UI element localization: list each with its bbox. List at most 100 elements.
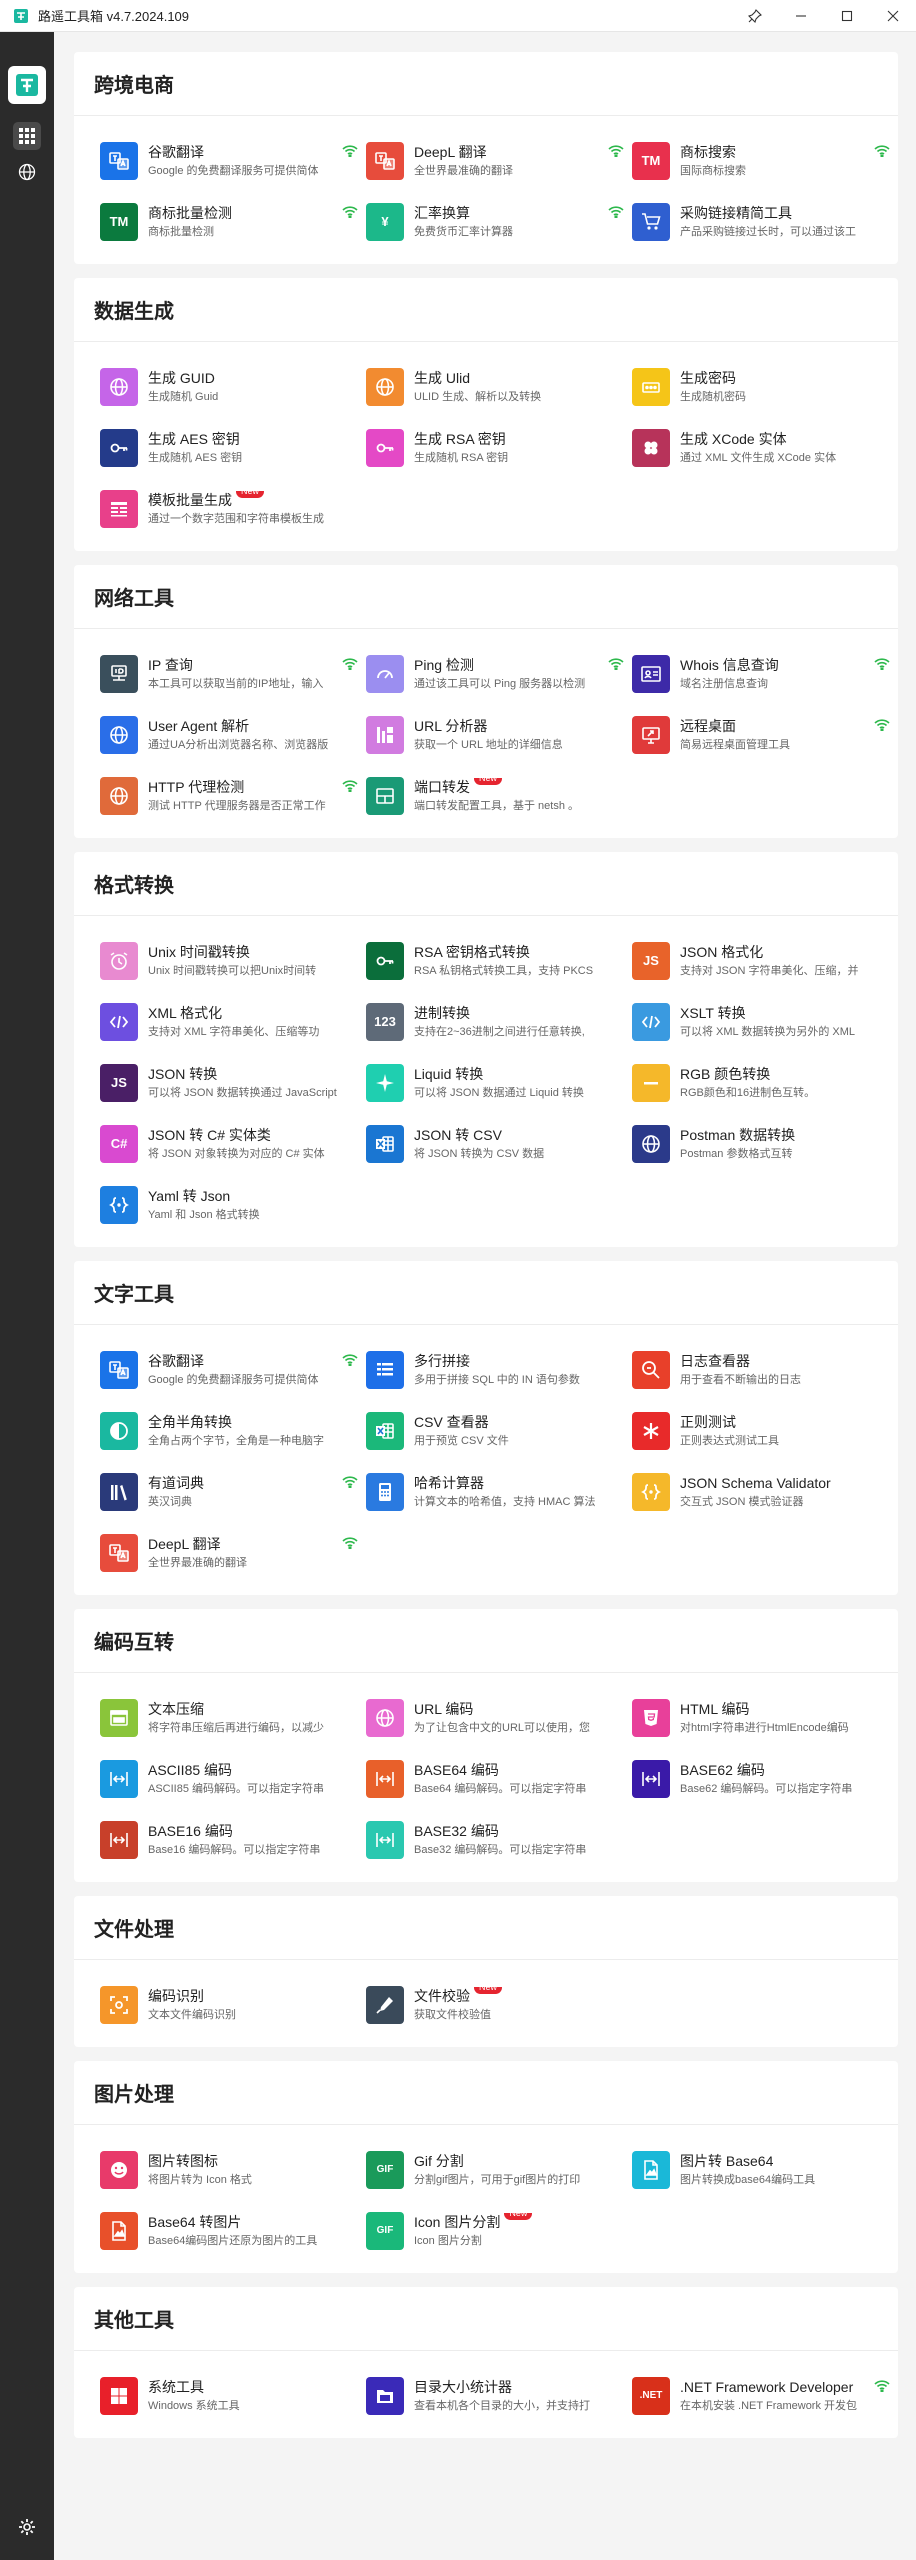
tool-tile[interactable]: 生成 GUID 生成随机 Guid [100,356,366,417]
tool-name-text: JSON 转换 [148,1065,218,1082]
tool-tile[interactable]: TM 商标批量检测 商标批量检测 [100,191,366,252]
yen-icon: ¥ [366,202,404,241]
tool-description: ULID 生成、解析以及转换 [414,390,542,403]
tool-description: 通过该工具可以 Ping 服务器以检测 [414,677,586,690]
tool-tile[interactable]: URL 编码 为了让包含中文的URL可以使用，您 [366,1687,632,1748]
tool-tile[interactable]: BASE32 编码 Base32 编码解码。可以指定字符串 [366,1809,632,1870]
translate-icon [100,1533,138,1572]
icon-glyph: 123 [374,1014,396,1029]
tool-tile[interactable]: 123 进制转换 支持在2~36进制之间进行任意转换, [366,991,632,1052]
tool-tile[interactable]: Ping 检测 通过该工具可以 Ping 服务器以检测 [366,643,632,704]
tool-name: DeepL 翻译 [148,1535,344,1553]
section-header: 编码互转 [74,1609,898,1673]
tool-name-text: 谷歌翻译 [148,1352,204,1369]
tool-name-text: 进制转换 [414,1004,470,1021]
tool-tile[interactable]: 日志查看器 用于查看不断输出的日志 [632,1339,898,1400]
tool-tile[interactable]: XSLT 转换 可以将 XML 数据转换为另外的 XML [632,991,898,1052]
settings-button[interactable] [15,2515,39,2539]
tool-tile[interactable]: 文本压缩 将字符串压缩后再进行编码，以减少 [100,1687,366,1748]
tool-tile[interactable]: 正则测试 正则表达式测试工具 [632,1400,898,1461]
tool-description: 将图片转为 Icon 格式 [148,2173,252,2186]
tool-tile[interactable]: DeepL 翻译 全世界最准确的翻译 [366,130,632,191]
tool-tile[interactable]: 全角半角转换 全角占两个字节，全角是一种电脑字 [100,1400,366,1461]
tool-tile[interactable]: 谷歌翻译 Google 的免费翻译服务可提供简体 [100,130,366,191]
tool-tile[interactable]: Whois 信息查询 域名注册信息查询 [632,643,898,704]
wifi-icon [342,1353,358,1367]
tool-tile[interactable]: IP 查询 本工具可以获取当前的IP地址，输入 [100,643,366,704]
tool-tile[interactable]: 文件校验 New 获取文件校验值 [366,1974,632,2035]
tool-tile[interactable]: Liquid 转换 可以将 JSON 数据通过 Liquid 转换 [366,1052,632,1113]
tool-tile[interactable]: 生成密码 生成随机密码 [632,356,898,417]
close-button[interactable] [870,0,916,32]
tool-name: 日志查看器 [680,1352,876,1370]
tool-description: 域名注册信息查询 [680,677,768,690]
pin-button[interactable] [732,0,778,32]
tool-name: 正则测试 [680,1413,876,1431]
tool-tile[interactable]: BASE64 编码 Base64 编码解码。可以指定字符串 [366,1748,632,1809]
tool-tile[interactable]: JSON Schema Validator 交互式 JSON 模式验证器 [632,1461,898,1522]
tool-name: 谷歌翻译 [148,1352,344,1370]
tool-tile[interactable]: JSON 转 CSV 将 JSON 转换为 CSV 数据 [366,1113,632,1174]
globe-icon [366,1698,404,1737]
tool-tile[interactable]: 生成 RSA 密钥 生成随机 RSA 密钥 [366,417,632,478]
minimize-button[interactable] [778,0,824,32]
tool-name: 系统工具 [148,2378,344,2396]
new-badge: New [504,2212,533,2220]
tool-description: Google 的免费翻译服务可提供简体 [148,164,319,177]
tool-tile[interactable]: Unix 时间戳转换 Unix 时间戳转换可以把Unix时间转 [100,930,366,991]
tool-tile[interactable]: CSV 查看器 用于预览 CSV 文件 [366,1400,632,1461]
tool-tile[interactable]: Base64 转图片 Base64编码图片还原为图片的工具 [100,2200,366,2261]
tool-description: 文本文件编码识别 [148,2008,236,2021]
tool-tile[interactable]: HTML 编码 对html字符串进行HtmlEncode编码 [632,1687,898,1748]
tool-name: Postman 数据转换 [680,1126,876,1144]
tool-tile[interactable]: ASCII85 编码 ASCII85 编码解码。可以指定字符串 [100,1748,366,1809]
tool-tile[interactable]: DeepL 翻译 全世界最准确的翻译 [100,1522,366,1583]
tool-tile[interactable]: C# JSON 转 C# 实体类将 JSON 对象转换为对应的 C# 实体 [100,1113,366,1174]
tool-tile[interactable]: GIF Gif 分割 分割gif图片，可用于gif图片的打印 [366,2139,632,2200]
gif-icon: GIF [366,2150,404,2189]
tool-tile[interactable]: BASE16 编码 Base16 编码解码。可以指定字符串 [100,1809,366,1870]
tool-tile[interactable]: 图片转图标 将图片转为 Icon 格式 [100,2139,366,2200]
net-icon: .NET [632,2376,670,2415]
tool-name: JSON 转换 [148,1065,344,1083]
tool-tile[interactable]: 模板批量生成 New 通过一个数字范围和字符串模板生成 [100,478,366,539]
tool-tile[interactable]: 多行拼接 多用于拼接 SQL 中的 IN 语句参数 [366,1339,632,1400]
tool-tile[interactable]: 生成 XCode 实体 通过 XML 文件生成 XCode 实体 [632,417,898,478]
tool-name-text: 商标批量检测 [148,204,232,221]
tool-tile[interactable]: 谷歌翻译 Google 的免费翻译服务可提供简体 [100,1339,366,1400]
tool-tile[interactable]: 采购链接精简工具 产品采购链接过长时，可以通过该工 [632,191,898,252]
tool-tile[interactable]: .NET .NET Framework Developer 在本机安装 .NET F… [632,2365,898,2426]
tool-tile[interactable]: HTTP 代理检测 测试 HTTP 代理服务器是否正常工作 [100,765,366,826]
tool-tile[interactable]: JS JSON 格式化 支持对 JSON 字符串美化、压缩，并 [632,930,898,991]
tool-tile[interactable]: Yaml 转 Json Yaml 和 Json 格式转换 [100,1174,366,1235]
sidebar-logo-icon[interactable] [8,66,46,104]
tool-tile[interactable]: 生成 Ulid ULID 生成、解析以及转换 [366,356,632,417]
tool-tile[interactable]: 生成 AES 密钥 生成随机 AES 密钥 [100,417,366,478]
maximize-button[interactable] [824,0,870,32]
tool-tile[interactable]: BASE62 编码 Base62 编码解码。可以指定字符串 [632,1748,898,1809]
tool-tile[interactable]: RGB 颜色转换 RGB颜色和16进制色互转。 [632,1052,898,1113]
tool-tile[interactable]: 目录大小统计器 查看本机各个目录的大小，并支持打 [366,2365,632,2426]
tool-tile[interactable]: TM 商标搜索 国际商标搜索 [632,130,898,191]
sidebar-item-web[interactable] [13,158,41,186]
tool-tile[interactable]: 有道词典 英汉词典 [100,1461,366,1522]
tool-tile[interactable]: Postman 数据转换 Postman 参数格式互转 [632,1113,898,1174]
tool-tile[interactable]: 图片转 Base64 图片转换成base64编码工具 [632,2139,898,2200]
tool-tile[interactable]: JS JSON 转换 可以将 JSON 数据转换通过 JavaScript [100,1052,366,1113]
tool-tile[interactable]: 远程桌面 简易远程桌面管理工具 [632,704,898,765]
tool-tile[interactable]: 哈希计算器 计算文本的哈希值，支持 HMAC 算法 [366,1461,632,1522]
tool-tile[interactable]: ¥ 汇率换算 免费货币汇率计算器 [366,191,632,252]
search-icon [632,1350,670,1389]
sidebar-item-apps[interactable] [13,122,41,150]
wifi-icon [874,657,890,671]
tool-tile[interactable]: XML 格式化 支持对 XML 字符串美化、压缩等功 [100,991,366,1052]
tool-tile[interactable]: GIF Icon 图片分割 New Icon 图片分割 [366,2200,632,2261]
tool-tile[interactable]: URL 分析器 获取一个 URL 地址的详细信息 [366,704,632,765]
tool-tile[interactable]: 编码识别 文本文件编码识别 [100,1974,366,2035]
tool-tile[interactable]: RSA 密钥格式转换 RSA 私钥格式转换工具，支持 PKCS [366,930,632,991]
tool-tile[interactable]: 端口转发 New 端口转发配置工具，基于 netsh 。 [366,765,632,826]
gauge-icon [366,654,404,693]
tool-tile[interactable]: 系统工具 Windows 系统工具 [100,2365,366,2426]
globe-icon [100,367,138,406]
tool-tile[interactable]: User Agent 解析 通过UA分析出浏览器名称、浏览器版 [100,704,366,765]
